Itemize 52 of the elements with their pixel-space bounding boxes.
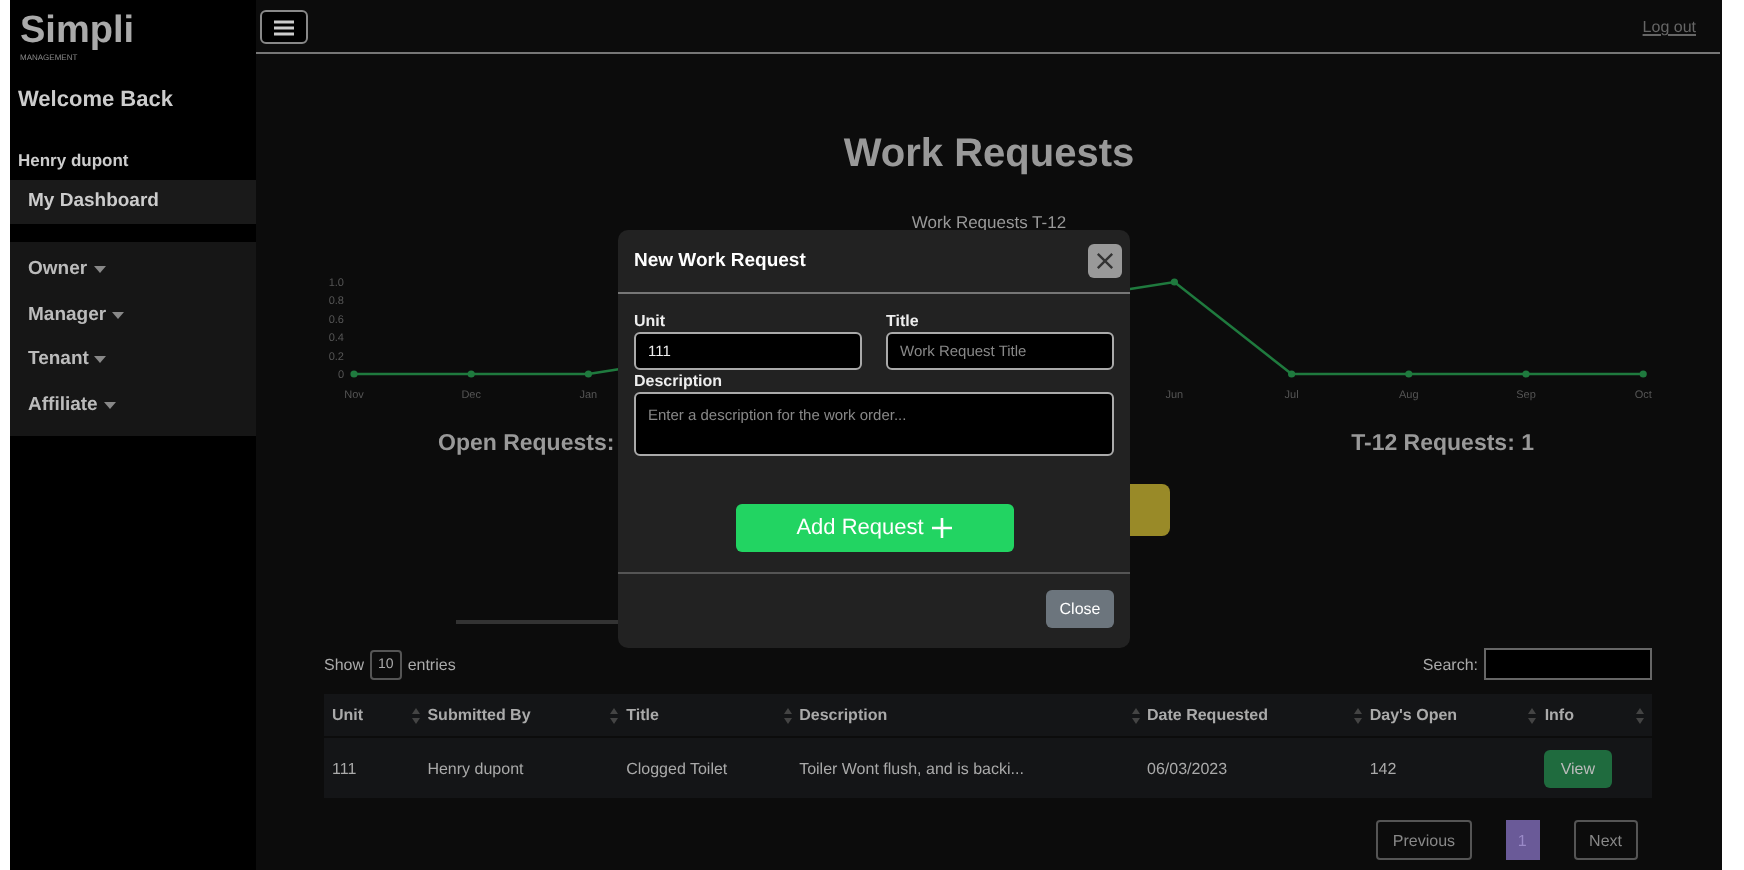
close-icon (1096, 252, 1114, 270)
dropdown-menu-item[interactable]: Owner (10, 248, 124, 293)
field-label: Description (634, 370, 723, 392)
table-cell-text: Clogged Toilet (626, 759, 730, 777)
next-button[interactable]: Next (1573, 820, 1638, 860)
t12-requests-count: T-12 Requests: 1 (1351, 430, 1534, 460)
column-header[interactable]: Date Requested (1147, 706, 1370, 724)
welcome-heading: Welcome Back (16, 86, 173, 112)
menu-button[interactable] (260, 10, 308, 44)
dropdown-menu-item[interactable]: Tenant (10, 338, 125, 383)
caret-icon (103, 401, 116, 410)
sort-icon (1528, 707, 1537, 723)
table-cell-text: Henry dupont (427, 759, 526, 777)
caret-icon (93, 266, 106, 275)
column-header[interactable]: Description (799, 706, 1148, 724)
column-header[interactable]: Unit (332, 706, 428, 724)
field-label: Title (886, 310, 919, 332)
chart-title: Work Requests T-12 (911, 210, 1067, 234)
table-cell-text: 142 (1369, 759, 1399, 777)
dropdown-menu-item[interactable]: Affiliate (10, 383, 134, 428)
search-field[interactable] (1484, 648, 1652, 680)
sort-icon (783, 707, 792, 723)
field-label: Unit (634, 310, 666, 332)
user-name: Henry dupont (16, 148, 129, 170)
sort-icon (610, 707, 619, 723)
caret-icon (112, 311, 125, 320)
search-label: Search: (1422, 655, 1478, 673)
column-header[interactable]: Submitted By (427, 706, 627, 724)
close-button[interactable] (1088, 244, 1122, 278)
column-header[interactable]: Info (1544, 706, 1652, 724)
sort-icon (1636, 707, 1644, 723)
page-title: Work Requests (843, 130, 1135, 178)
sort-icon (411, 707, 420, 723)
table-cell-text: 06/03/2023 (1147, 759, 1230, 777)
column-header[interactable]: Title (626, 706, 800, 724)
close-button[interactable]: Close (1046, 590, 1114, 628)
open-requests-count: Open Requests: (438, 430, 615, 460)
table-cell-text: Toiler Wont flush, and is backi... (799, 759, 1026, 777)
sidebar-item[interactable]: My Dashboard (10, 180, 256, 224)
caret-icon (94, 356, 107, 365)
modal-title: New Work Request (634, 250, 806, 272)
entries-label: entries (407, 655, 456, 673)
menu-icon (274, 19, 294, 35)
previous-button[interactable]: Previous (1376, 820, 1472, 860)
show-label: Show (324, 655, 365, 673)
plus-icon (931, 518, 952, 538)
sort-icon (1131, 707, 1140, 723)
column-header[interactable]: Day's Open (1369, 706, 1545, 724)
sort-icon (1353, 707, 1362, 723)
dropdown-menu-item[interactable]: Manager (10, 293, 143, 338)
logo: Simpli (20, 12, 135, 52)
table-cell-text: 111 (332, 759, 359, 777)
